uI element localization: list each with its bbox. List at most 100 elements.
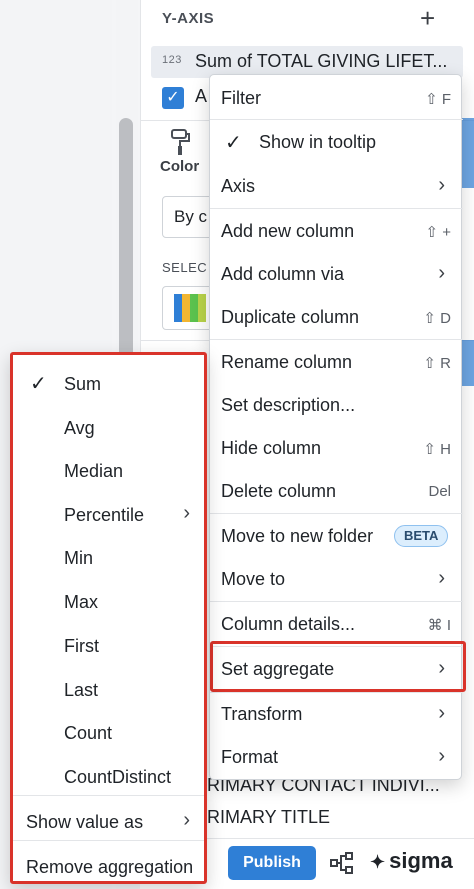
- aggregate-option-label: Median: [64, 461, 124, 481]
- menu-item-label: Duplicate column: [221, 307, 360, 327]
- aggregate-option-avg[interactable]: Avg: [13, 402, 204, 446]
- menu-item-label: Set aggregate: [221, 659, 335, 679]
- sigma-logo-text: sigma: [389, 848, 453, 873]
- aggregate-option-min[interactable]: Min: [13, 532, 204, 576]
- aggregate-option-label: Last: [64, 680, 99, 700]
- menu-item-show-in-tooltip[interactable]: ✓ Show in tooltip: [210, 121, 463, 165]
- chevron-right-icon: ›: [438, 702, 445, 724]
- menu-item-transform[interactable]: Transform ›: [210, 693, 463, 737]
- column-context-menu: Filter ⇧ F ✓ Show in tooltip Axis › Add …: [209, 74, 463, 780]
- menu-item-label: Remove aggregation: [26, 857, 194, 877]
- paint-roller-icon[interactable]: [170, 128, 190, 156]
- menu-item-label: Transform: [221, 704, 303, 724]
- checkbox-label: A: [195, 86, 208, 106]
- menu-item-add-column-via[interactable]: Add column via ›: [210, 253, 463, 297]
- checkmark-icon: ✓: [30, 373, 47, 395]
- aggregate-option-sum[interactable]: ✓ Sum: [13, 358, 204, 402]
- aggregate-submenu: ✓ Sum Avg Median Percentile › Min Max Fi…: [10, 352, 207, 884]
- menu-item-filter[interactable]: Filter ⇧ F: [210, 77, 463, 121]
- menu-item-label: Format: [221, 747, 279, 767]
- menu-item-label: Hide column: [221, 438, 322, 458]
- checkmark-icon: ✓: [225, 132, 242, 154]
- menu-divider: [210, 513, 463, 514]
- menu-item-axis[interactable]: Axis ›: [210, 165, 463, 209]
- menu-item-label: Delete column: [221, 481, 337, 501]
- chevron-right-icon: ›: [438, 745, 445, 767]
- show-value-as-item[interactable]: Show value as ›: [13, 796, 204, 840]
- color-mode-value: By c: [174, 207, 208, 226]
- aggregate-option-max[interactable]: Max: [13, 576, 204, 620]
- shortcut-hint: ⇧ H: [423, 441, 451, 458]
- aggregate-option-label: CountDistinct: [64, 767, 172, 787]
- lineage-icon[interactable]: [330, 851, 354, 875]
- menu-item-column-details[interactable]: Column details... ⌘ I: [210, 603, 463, 647]
- aggregate-option-label: First: [64, 636, 99, 656]
- beta-badge: BETA: [394, 525, 449, 547]
- remove-aggregation-item[interactable]: Remove aggregation: [13, 841, 204, 885]
- menu-item-duplicate-column[interactable]: Duplicate column ⇧ D: [210, 296, 463, 340]
- aggregate-option-countdistinct[interactable]: CountDistinct: [13, 751, 204, 795]
- menu-divider: [210, 339, 463, 340]
- shortcut-hint: ⇧ D: [423, 310, 451, 327]
- aggregate-option-label: Avg: [64, 418, 95, 438]
- palette-swatch: [198, 294, 206, 322]
- chevron-right-icon: ›: [183, 809, 190, 831]
- menu-item-label: Set description...: [221, 395, 356, 415]
- menu-item-label: Show in tooltip: [259, 132, 377, 152]
- palette-swatch: [174, 294, 182, 322]
- shortcut-hint: ⇧ +: [425, 224, 452, 241]
- field-row[interactable]: RIMARY TITLE: [207, 807, 330, 828]
- aggregate-option-percentile[interactable]: Percentile ›: [13, 489, 204, 533]
- number-type-icon: 123: [162, 54, 182, 66]
- shortcut-hint: ⌘ I: [427, 617, 451, 634]
- aggregate-option-median[interactable]: Median: [13, 445, 204, 489]
- menu-item-label: Move to new folder: [221, 526, 374, 546]
- chevron-right-icon: ›: [183, 502, 190, 524]
- chevron-right-icon: ›: [438, 174, 445, 196]
- menu-item-label: Axis: [221, 176, 256, 196]
- chevron-right-icon: ›: [438, 567, 445, 589]
- menu-item-format[interactable]: Format ›: [210, 736, 463, 780]
- menu-item-rename-column[interactable]: Rename column ⇧ R: [210, 341, 463, 385]
- shortcut-hint: ⇧ F: [425, 91, 451, 108]
- checkbox[interactable]: ✓: [162, 87, 184, 109]
- aggregate-option-label: Count: [64, 723, 113, 743]
- aggregate-option-label: Percentile: [64, 505, 145, 525]
- plus-icon[interactable]: +: [420, 4, 435, 32]
- menu-divider: [210, 119, 463, 120]
- menu-divider: [210, 601, 463, 602]
- y-axis-section-title: Y-AXIS: [162, 10, 215, 27]
- menu-item-delete-column[interactable]: Delete column Del: [210, 470, 463, 514]
- menu-item-move-to[interactable]: Move to ›: [210, 558, 463, 602]
- menu-item-label: Column details...: [221, 614, 356, 634]
- menu-item-label: Rename column: [221, 352, 353, 372]
- menu-item-move-to-new-folder[interactable]: Move to new folder BETA: [210, 515, 463, 559]
- chevron-right-icon: ›: [438, 262, 445, 284]
- aggregate-option-count[interactable]: Count: [13, 707, 204, 751]
- aggregate-option-last[interactable]: Last: [13, 664, 204, 708]
- shortcut-hint: ⇧ R: [423, 355, 451, 372]
- aggregate-option-label: Max: [64, 592, 99, 612]
- select-palette-label: SELEC: [162, 260, 208, 275]
- menu-item-set-aggregate[interactable]: Set aggregate ›: [210, 648, 463, 692]
- sigma-logo: ✦ sigma: [370, 848, 453, 874]
- aggregate-option-label: Sum: [64, 374, 102, 394]
- aggregate-option-label: Min: [64, 548, 94, 568]
- menu-item-add-new-column[interactable]: Add new column ⇧ +: [210, 210, 463, 254]
- menu-divider: [210, 646, 463, 647]
- sigma-mark-icon: ✦: [370, 852, 386, 872]
- menu-item-hide-column[interactable]: Hide column ⇧ H: [210, 427, 463, 471]
- palette-swatch: [190, 294, 198, 322]
- chevron-right-icon: ›: [438, 657, 445, 679]
- aggregate-option-first[interactable]: First: [13, 620, 204, 664]
- menu-item-label: Show value as: [26, 812, 144, 832]
- palette-swatch: [182, 294, 190, 322]
- color-label: Color: [160, 158, 200, 175]
- menu-item-set-description[interactable]: Set description...: [210, 384, 463, 428]
- menu-item-label: Add column via: [221, 264, 345, 284]
- menu-divider: [210, 208, 463, 209]
- publish-button[interactable]: Publish: [228, 846, 316, 880]
- menu-item-label: Move to: [221, 569, 286, 589]
- y-axis-column-name[interactable]: Sum of TOTAL GIVING LIFET...: [195, 51, 447, 72]
- menu-item-label: Add new column: [221, 221, 355, 241]
